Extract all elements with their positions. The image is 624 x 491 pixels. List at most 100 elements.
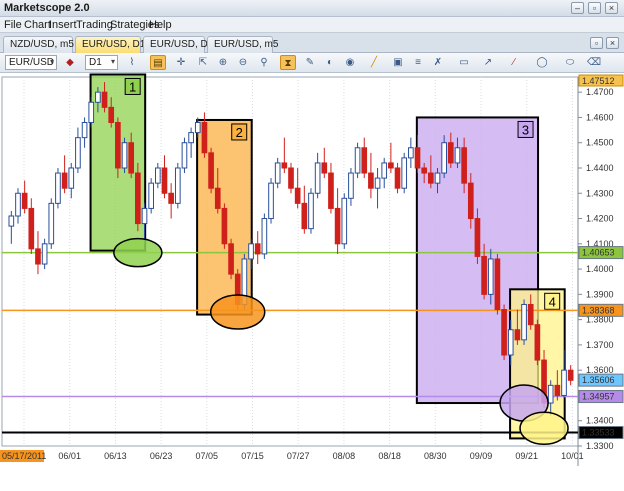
- candle-bullish: [75, 137, 81, 169]
- ruler-icon[interactable]: ╱: [366, 55, 382, 70]
- window-icon[interactable]: ▭: [456, 55, 472, 70]
- candle-bullish: [15, 192, 21, 217]
- x-tick-label: 08/30: [424, 451, 447, 461]
- support-ellipse-2: [209, 294, 266, 330]
- zone-number-label: 1: [129, 79, 136, 94]
- y-tick-label: 1.3400: [586, 416, 614, 426]
- candle-bearish: [61, 172, 68, 189]
- candle-bearish: [494, 258, 501, 311]
- pointer-icon[interactable]: ⇱: [195, 55, 211, 70]
- tab-nzdusd-m5[interactable]: NZD/USD, m5: [3, 36, 74, 53]
- y-tick-label: 1.4500: [586, 138, 614, 148]
- level-price-label: 1.38368: [582, 305, 615, 315]
- candle-bullish: [174, 167, 181, 204]
- eraser-icon[interactable]: ⌫: [586, 55, 602, 70]
- candle-bearish: [514, 329, 521, 341]
- candle-bearish: [388, 162, 394, 169]
- title-bar: Marketscope 2.0 – ▫ ×: [0, 0, 624, 17]
- line-chart-icon[interactable]: ⌇: [124, 55, 140, 70]
- tab-eurusd-d1-active[interactable]: EUR/USD, D1×: [75, 36, 155, 53]
- fibonacci-icon[interactable]: ≡: [410, 55, 426, 70]
- support-ellipse-4: [519, 411, 569, 446]
- tab-eurusd-m5[interactable]: EUR/USD, m5: [207, 36, 278, 53]
- candle-bullish: [454, 147, 461, 164]
- candle-bullish: [434, 172, 441, 184]
- restore-chart-button[interactable]: ▫: [590, 37, 603, 49]
- candle-bullish: [268, 182, 274, 220]
- edit-icon[interactable]: ✎: [302, 55, 318, 70]
- zoom-out-icon[interactable]: ⊖: [235, 55, 251, 70]
- tools-icon[interactable]: ✗: [430, 55, 446, 70]
- bar-chart-icon[interactable]: ▤: [150, 55, 166, 70]
- symbol-select[interactable]: EUR/USD ▾: [5, 55, 57, 70]
- y-tick-label: 1.4000: [586, 264, 614, 274]
- hourglass-icon[interactable]: ⧗: [280, 55, 296, 70]
- pen-icon[interactable]: ∕: [506, 55, 522, 70]
- candle-bearish: [361, 147, 368, 174]
- y-tick-label: 1.3900: [586, 289, 614, 299]
- shapes-icon[interactable]: ⬭: [562, 55, 578, 70]
- candle-bullish: [314, 162, 321, 194]
- candle-bullish: [441, 142, 447, 174]
- x-tick-label: 06/01: [58, 451, 81, 461]
- x-tick-label: 07/05: [196, 451, 219, 461]
- menu-help[interactable]: Help: [149, 19, 172, 31]
- palette-icon[interactable]: ◐: [322, 55, 338, 70]
- candle-bullish: [401, 157, 408, 189]
- candle-bearish: [301, 202, 308, 230]
- candle-bullish: [408, 147, 414, 159]
- minimize-button[interactable]: –: [571, 2, 584, 14]
- candle-bullish: [8, 215, 15, 227]
- period-select[interactable]: D1 ▾: [85, 55, 118, 70]
- candle-bearish: [21, 192, 28, 209]
- globe-icon[interactable]: ◉: [342, 55, 358, 70]
- candle-bullish: [341, 197, 348, 245]
- candle-bearish: [321, 162, 328, 174]
- menu-trading[interactable]: Trading: [76, 19, 113, 31]
- chart-toolbar: EUR/USD ▾ ◆ D1 ▾ ⌇ ▤ ✛ ⇱ ⊕ ⊖ ⚲ ⧗ ✎ ◐ ◉ ╱ ▣…: [0, 53, 624, 73]
- candle-bearish: [254, 243, 261, 255]
- close-chart-button[interactable]: ×: [606, 37, 619, 49]
- ellipse-icon[interactable]: ◯: [534, 55, 550, 70]
- maximize-button[interactable]: ▫: [588, 2, 601, 14]
- candle-bullish: [487, 258, 494, 295]
- candle-bearish: [481, 255, 487, 295]
- candlestick-chart[interactable]: 05/17/2011 06/01 06/13 06/23 07/05 07/15 07/27…: [0, 73, 624, 491]
- currency-icon[interactable]: ◆: [62, 55, 78, 70]
- image-icon[interactable]: ▣: [390, 55, 406, 70]
- price-chart[interactable]: 05/17/2011 06/01 06/13 06/23 07/05 07/15 07/27…: [0, 73, 624, 491]
- x-tick-label: 06/13: [104, 451, 127, 461]
- candle-bullish: [521, 303, 527, 341]
- window-title: Marketscope 2.0: [4, 2, 90, 14]
- tab-eurusd-d1[interactable]: EUR/USD, D1: [143, 36, 213, 53]
- x-tick-label: 09/21: [515, 451, 538, 461]
- menu-insert[interactable]: Insert: [49, 19, 77, 31]
- candle-bearish: [368, 172, 374, 189]
- level-price-label: 1.40653: [582, 248, 615, 258]
- menu-chart[interactable]: Chart: [24, 19, 51, 31]
- tab-label: EUR/USD, D1: [82, 39, 146, 50]
- candle-bullish: [308, 192, 314, 230]
- x-tick-label: 06/23: [150, 451, 173, 461]
- level-price-label: 1.33533: [582, 428, 615, 438]
- x-tick-label: 09/09: [470, 451, 493, 461]
- candle-bearish: [461, 147, 467, 184]
- candle-bearish: [228, 243, 234, 275]
- magnifier-icon[interactable]: ⚲: [256, 55, 272, 70]
- candle-bullish: [55, 172, 61, 204]
- menu-file[interactable]: File: [4, 19, 22, 31]
- period-value: D1: [89, 57, 102, 68]
- candle-bearish: [288, 167, 294, 189]
- candle-bullish: [181, 142, 188, 169]
- arrow-icon[interactable]: ↗: [480, 55, 496, 70]
- close-button[interactable]: ×: [605, 2, 618, 14]
- candle-bearish: [168, 192, 174, 204]
- candle-bearish: [35, 248, 41, 265]
- crosshair-icon[interactable]: ✛: [173, 55, 189, 70]
- candle-bearish: [428, 172, 434, 184]
- candle-bearish: [467, 182, 474, 220]
- tab-label: EUR/USD, D1: [150, 39, 214, 50]
- y-tick-label: 1.3300: [586, 441, 614, 451]
- zoom-in-icon[interactable]: ⊕: [215, 55, 231, 70]
- candle-bullish: [354, 147, 361, 174]
